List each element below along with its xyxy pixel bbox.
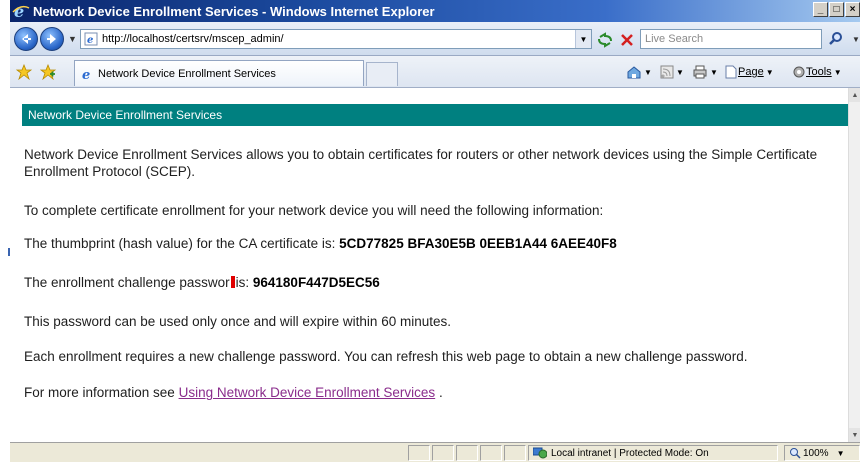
page-ie-icon: e <box>84 32 98 46</box>
search-icon <box>829 32 842 45</box>
tools-menu-dropdown-icon: ▼ <box>833 67 842 77</box>
window-left-edge <box>0 0 10 462</box>
refresh-instruction-text: Each enrollment requires a new challenge… <box>24 349 748 364</box>
status-panel <box>432 445 454 461</box>
tab-title: Network Device Enrollment Services <box>98 67 276 80</box>
thumbprint-label: The thumbprint (hash value) for the CA c… <box>24 236 336 251</box>
svg-text:e: e <box>82 68 90 81</box>
favorites-star-icon[interactable] <box>16 64 32 80</box>
printer-icon <box>693 65 707 79</box>
search-input[interactable]: Live Search <box>640 29 822 49</box>
stop-icon[interactable] <box>618 31 636 49</box>
tab-bar: e Network Device Enrollment Services ▼ ▼… <box>10 56 860 88</box>
window-title: Network Device Enrollment Services - Win… <box>33 3 435 19</box>
svg-text:e: e <box>87 35 93 46</box>
security-zone[interactable]: Local intranet | Protected Mode: On <box>528 445 778 461</box>
back-button[interactable] <box>14 27 38 51</box>
tab-network-device-enrollment[interactable]: e Network Device Enrollment Services <box>74 60 364 86</box>
tools-menu-label: Tools <box>806 66 832 78</box>
home-button[interactable]: ▼ <box>626 65 652 79</box>
forward-button[interactable] <box>40 27 64 51</box>
refresh-icon[interactable] <box>596 31 614 49</box>
complete-text: To complete certificate enrollment for y… <box>24 203 604 218</box>
thumbprint-line: The thumbprint (hash value) for the CA c… <box>24 235 839 252</box>
zoom-dropdown-icon[interactable]: ▼ <box>837 449 845 458</box>
zoom-level: 100% <box>803 447 829 459</box>
ie-logo-icon: e <box>12 2 30 20</box>
gear-icon <box>793 66 805 78</box>
feeds-icon <box>660 65 674 79</box>
new-tab-button[interactable] <box>366 62 398 86</box>
status-panel <box>480 445 502 461</box>
password-label-end: is: <box>235 275 250 290</box>
more-info-prefix: For more information see <box>24 385 175 400</box>
scroll-up-icon[interactable]: ▲ <box>849 88 860 102</box>
zoom-icon <box>790 448 801 459</box>
maximize-button[interactable]: □ <box>829 2 844 17</box>
more-info-link[interactable]: Using Network Device Enrollment Services <box>179 385 436 400</box>
feeds-dropdown-icon[interactable]: ▼ <box>676 68 684 77</box>
vertical-scrollbar[interactable]: ▲ ▼ <box>848 88 860 442</box>
navigation-bar: ▼ e http://localhost/certsrv/mscep_admin… <box>10 22 860 56</box>
home-icon <box>627 66 641 79</box>
scroll-down-icon[interactable]: ▼ <box>849 428 860 442</box>
text-cursor-marker <box>230 276 235 288</box>
arrow-right-icon <box>47 34 56 44</box>
intro-text: Network Device Enrollment Services allow… <box>24 147 818 179</box>
intranet-globe-icon <box>533 447 547 459</box>
page-icon <box>725 65 737 79</box>
password-expiry-text: This password can be used only once and … <box>24 314 451 329</box>
page-banner: Network Device Enrollment Services <box>22 104 848 126</box>
arrow-left-icon <box>22 34 31 44</box>
window-controls: _ □ × <box>813 2 860 17</box>
print-dropdown-icon[interactable]: ▼ <box>710 68 718 77</box>
password-label-start: The enrollment challenge passwor <box>24 275 230 290</box>
tab-ie-icon: e <box>82 68 90 81</box>
search-placeholder: Live Search <box>645 33 704 45</box>
more-info-suffix: . <box>438 385 443 400</box>
tools-menu[interactable]: Tools ▼ <box>792 65 842 79</box>
password-value: 964180F447D5EC56 <box>252 275 380 290</box>
status-bar: Local intranet | Protected Mode: On 100%… <box>10 442 860 462</box>
add-favorites-icon[interactable] <box>40 64 56 80</box>
svg-text:e: e <box>14 2 24 20</box>
status-panel <box>456 445 478 461</box>
thumbprint-value: 5CD77825 BFA30E5B 0EEB1A44 6AEE40F8 <box>339 236 617 251</box>
address-dropdown-icon[interactable]: ▼ <box>575 30 591 48</box>
status-panel <box>504 445 526 461</box>
password-line: The enrollment challenge passwor is: 9641… <box>24 274 839 291</box>
status-panel <box>408 445 430 461</box>
home-dropdown-icon[interactable]: ▼ <box>644 68 652 77</box>
page-menu-label: Page <box>738 66 764 78</box>
print-button[interactable]: ▼ <box>692 65 718 79</box>
page-menu[interactable]: Page ▼ <box>724 65 774 79</box>
recent-pages-dropdown-icon[interactable]: ▼ <box>68 34 77 44</box>
title-bar[interactable]: e Network Device Enrollment Services - W… <box>10 0 860 22</box>
search-button[interactable] <box>828 29 850 49</box>
minimize-button[interactable]: _ <box>813 2 828 17</box>
security-zone-label: Local intranet | Protected Mode: On <box>551 447 709 459</box>
address-bar[interactable]: e http://localhost/certsrv/mscep_admin/ … <box>80 29 592 49</box>
feeds-button[interactable]: ▼ <box>660 65 684 79</box>
address-text[interactable]: http://localhost/certsrv/mscep_admin/ <box>102 33 284 45</box>
search-options-dropdown-icon[interactable]: ▼ <box>852 35 860 44</box>
page-menu-dropdown-icon: ▼ <box>765 67 774 77</box>
close-button[interactable]: × <box>845 2 860 17</box>
more-info-line: For more information see Using Network D… <box>24 384 839 401</box>
zoom-control[interactable]: 100% ▼ <box>784 445 860 461</box>
page-content: Network Device Enrollment Services Netwo… <box>10 88 848 442</box>
